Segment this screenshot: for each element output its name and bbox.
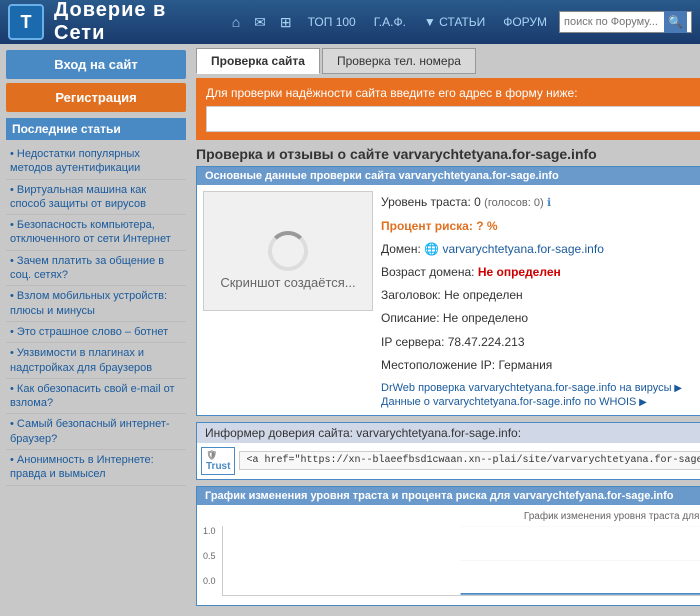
trust-info-icon[interactable]: ℹ [547, 197, 551, 209]
article-link-item[interactable]: Недостатки популярных методов аутентифик… [6, 144, 186, 180]
informer-content: 🛡 Trust <a href="https://xn--blaeefbsd1c… [197, 443, 700, 479]
ip-value: 78.47.224.213 [448, 335, 525, 349]
trust-label: Уровень траста: [381, 195, 471, 209]
nav-articles[interactable]: ▼ СТАТЬИ [418, 13, 491, 31]
nav-faq[interactable]: Г.А.Ф. [368, 13, 412, 31]
main-data-box: Основные данные проверки сайта varvarych… [196, 166, 700, 416]
y-axis: 1.0 0.5 0.0 [203, 526, 218, 586]
search-button[interactable]: 🔍 [664, 11, 687, 33]
graph-inner-title: График изменения уровня траста для varva… [203, 511, 700, 522]
article-link-item[interactable]: Взлом мобильных устройств: плюсы и минус… [6, 286, 186, 322]
graph-area: 1.0 0.5 0.0 [203, 526, 700, 596]
check-site-box: Для проверки надёжности сайта введите ег… [196, 78, 700, 140]
article-link-item[interactable]: Зачем платить за общение в соц. сетях? [6, 251, 186, 287]
location-label: Местоположение IP: [381, 358, 495, 372]
check-site-form: ПРОВЕРКА САЙТА [206, 106, 700, 132]
url-input[interactable] [206, 106, 700, 132]
informer-badge: 🛡 Trust [201, 447, 235, 475]
article-link-item[interactable]: Как обезопасить свой e-mail от взлома? [6, 379, 186, 415]
location-value: Германия [498, 358, 552, 372]
age-label: Возраст домена: [381, 265, 474, 279]
trust-row: Уровень траста: 0 (голосов: 0) ℹ [381, 191, 700, 215]
whois-link[interactable]: Данные о varvarychtetyana.for-sage.info … [381, 395, 700, 409]
y-label-1: 1.0 [203, 526, 216, 536]
article-link-item[interactable]: Виртуальная машина как способ защиты от … [6, 180, 186, 216]
graph-wrapper: График изменения уровня траста для varva… [197, 505, 700, 605]
article-link-item[interactable]: Самый безопасный интернет-браузер? [6, 414, 186, 450]
logo-icon: Т [8, 4, 44, 40]
location-row: Местоположение IP: Германия [381, 354, 700, 377]
article-link-item[interactable]: Уязвимости в плагинах и надстройках для … [6, 343, 186, 379]
main-layout: Вход на сайт Регистрация Последние стать… [0, 44, 700, 616]
article-link-item[interactable]: Безопасность компьютера, отключенного от… [6, 215, 186, 251]
tab-check-site[interactable]: Проверка сайта [196, 48, 320, 74]
site-title: Доверие в Сети [54, 0, 218, 45]
desc-value: Не определено [443, 311, 528, 325]
article-list: Недостатки популярных методов аутентифик… [6, 144, 186, 486]
screenshot-area: Скриншот создаётся... [203, 191, 373, 311]
risk-row: Процент риска: ? % [381, 215, 700, 238]
desc-row: Описание: Не определено [381, 307, 700, 330]
domain-value[interactable]: varvarychtetyana.for-sage.info [442, 242, 603, 256]
sidebar: Вход на сайт Регистрация Последние стать… [0, 44, 192, 616]
tab-check-phone[interactable]: Проверка тел. номера [322, 48, 476, 74]
header: Т Доверие в Сети ⌂ ✉ ⊞ ТОП 100 Г.А.Ф. ▼ … [0, 0, 700, 44]
article-link-item[interactable]: Анонимность в Интернете: правда и вымысе… [6, 450, 186, 486]
ip-label: IP сервера: [381, 335, 444, 349]
age-row: Возраст домена: Не определен [381, 261, 700, 284]
informer-box: Информер доверия сайта: varvarychtetyana… [196, 422, 700, 480]
article-link-item[interactable]: Это страшное слово – ботнет [6, 322, 186, 343]
home-icon[interactable]: ⌂ [228, 12, 244, 32]
informer-header: Информер доверия сайта: varvarychtetyana… [197, 423, 700, 443]
informer-code[interactable]: <a href="https://xn--blaeefbsd1cwaan.xn-… [239, 451, 700, 470]
domain-label: Домен: [381, 242, 421, 256]
search-input[interactable] [564, 16, 664, 28]
main-data-content: Скриншот создаётся... Уровень траста: 0 … [197, 185, 700, 415]
y-label-2: 0.5 [203, 551, 216, 561]
graph-header: График изменения уровня траста и процент… [197, 487, 700, 505]
age-value: Не определен [478, 265, 561, 279]
tabs: Проверка сайта Проверка тел. номера [196, 48, 700, 74]
heading-label: Заголовок: [381, 288, 441, 302]
graph-content: График изменения уровня траста для varva… [197, 505, 700, 605]
loading-spinner [268, 231, 308, 271]
nav-forum[interactable]: ФОРУМ [497, 13, 553, 31]
graph-svg [222, 526, 700, 596]
nav-bar: ⌂ ✉ ⊞ ТОП 100 Г.А.Ф. ▼ СТАТЬИ ФОРУМ 🔍 [228, 11, 692, 33]
login-button[interactable]: Вход на сайт [6, 50, 186, 79]
review-title: Проверка и отзывы о сайте varvarychtetya… [196, 146, 700, 162]
y-label-3: 0.0 [203, 576, 216, 586]
graph-box: График изменения уровня траста и процент… [196, 486, 700, 606]
domain-row: Домен: 🌐 varvarychtetyana.for-sage.info [381, 238, 700, 261]
heading-value: Не определен [444, 288, 523, 302]
check-links: DrWeb проверка varvarychtetyana.for-sage… [381, 381, 700, 409]
virus-check-link[interactable]: DrWeb проверка varvarychtetyana.for-sage… [381, 381, 700, 395]
mail-icon[interactable]: ✉ [250, 12, 270, 33]
grid-icon[interactable]: ⊞ [276, 12, 296, 33]
trust-votes: (голосов: 0) [484, 197, 543, 209]
desc-label: Описание: [381, 311, 440, 325]
ip-row: IP сервера: 78.47.224.213 [381, 331, 700, 354]
register-button[interactable]: Регистрация [6, 83, 186, 112]
search-box: 🔍 [559, 11, 692, 33]
domain-icon: 🌐 [424, 242, 442, 256]
risk-value: ? % [476, 219, 497, 233]
heading-row: Заголовок: Не определен [381, 284, 700, 307]
trust-num: 0 [474, 195, 481, 209]
nav-top100[interactable]: ТОП 100 [302, 13, 362, 31]
check-site-prompt: Для проверки надёжности сайта введите ег… [206, 86, 700, 100]
content: Проверка сайта Проверка тел. номера Для … [192, 44, 700, 616]
risk-label: Процент риска: [381, 219, 473, 233]
data-right: Уровень траста: 0 (голосов: 0) ℹ Процент… [381, 191, 700, 409]
screenshot-label: Скриншот создаётся... [220, 275, 355, 290]
recent-articles-title: Последние статьи [6, 118, 186, 140]
main-data-header: Основные данные проверки сайта varvarych… [197, 167, 700, 185]
